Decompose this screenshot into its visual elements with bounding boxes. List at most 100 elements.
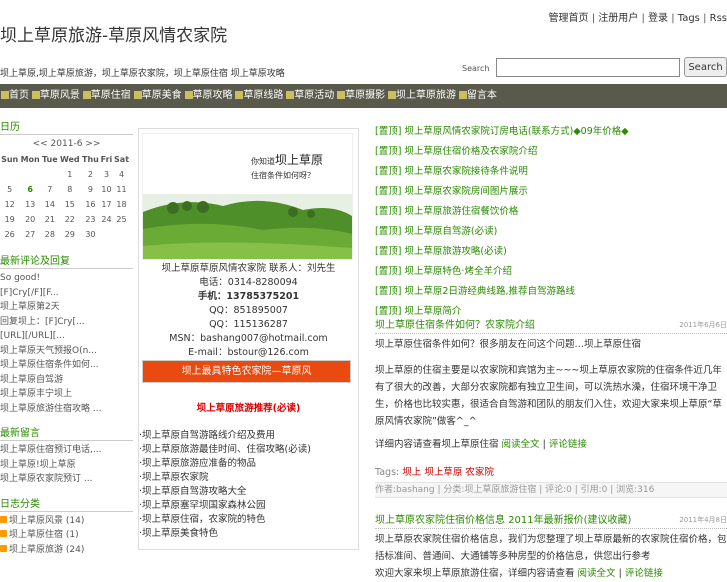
menu-item-activities[interactable]: 草原活动: [286, 84, 334, 108]
menu-item-guide[interactable]: 草原攻略: [184, 84, 233, 108]
comment-link[interactable]: 评论链接: [625, 568, 663, 579]
calendar-day: 27: [25, 230, 36, 239]
calendar-day: [19, 167, 41, 182]
recommend-item[interactable]: ·坝上草原自驾游攻略大全: [139, 485, 311, 499]
menu-item-travel[interactable]: 坝上草原旅游: [388, 84, 456, 108]
read-more-link[interactable]: 阅读全文: [578, 568, 616, 579]
rss-icon[interactable]: [0, 530, 7, 537]
sticky-post-link[interactable]: [置顶] 坝上草原特色·烤全羊介绍: [375, 262, 727, 282]
menu-item-lodging[interactable]: 草原住宿: [82, 84, 131, 108]
comment-item[interactable]: 坝上草原天气预报O(n...: [0, 344, 133, 359]
comment-item[interactable]: 坝上草原旅游住宿攻略 ...: [0, 402, 133, 417]
top-nav-rss[interactable]: Rss: [710, 13, 727, 24]
menu-item-guestbook[interactable]: 留言本: [458, 84, 497, 108]
calendar-day: 22: [64, 215, 75, 224]
post-date: 2011年6月6日: [679, 321, 727, 329]
banner-image[interactable]: 你知道坝上草原 住宿条件如何呀？: [142, 133, 353, 260]
rss-icon[interactable]: [0, 544, 7, 552]
banner-subquestion: 住宿条件如何呀？: [251, 171, 315, 180]
calendar-day-today[interactable]: 6: [19, 182, 41, 197]
menu-marker-icon: [82, 91, 91, 99]
calendar-nav[interactable]: << 2011-6 >>: [0, 137, 133, 152]
top-nav: 管理首页 | 注册用户 | 登录 | Tags | Rss: [548, 13, 727, 24]
comment-link[interactable]: 评论链接: [549, 439, 587, 450]
post-meta: 作者:bashang | 分类:坝上草原旅游住宿 | 评论:0 | 引用:0 |…: [375, 482, 727, 498]
read-more-link[interactable]: 阅读全文: [502, 439, 540, 450]
menu-item-home[interactable]: 首页: [1, 84, 29, 108]
notice-item[interactable]: 坝上草原!坝上草原: [0, 458, 133, 473]
comment-item[interactable]: 坝上草原第2天: [0, 300, 133, 315]
calendar-day: 14: [44, 200, 55, 209]
tag-link[interactable]: 坝上草原: [424, 467, 462, 478]
calendar-day: 16: [85, 200, 96, 209]
comment-item[interactable]: 坝上草原住宿条件如何...: [0, 358, 133, 373]
top-nav-login[interactable]: 登录: [648, 13, 668, 24]
contact-line: 坝上草原草原风情农家院 联系人：刘先生: [161, 263, 336, 274]
weekday: Sun: [1, 155, 19, 164]
search-input[interactable]: [496, 58, 680, 77]
recommend-item[interactable]: ·坝上草原住宿，农家院的特色: [139, 513, 311, 527]
calendar-day: [41, 167, 59, 182]
recommend-item[interactable]: ·坝上草原旅游应准备的物品: [139, 457, 311, 471]
comment-item[interactable]: 回复坝上：[F]Cry[...: [0, 315, 133, 330]
category-item[interactable]: 坝上草原风景 (14): [0, 514, 133, 529]
top-nav-admin[interactable]: 管理首页: [549, 13, 589, 24]
recommend-item[interactable]: ·坝上草原美食特色: [139, 527, 311, 541]
menu-item-food[interactable]: 草原美食: [133, 84, 182, 108]
menu-item-routes[interactable]: 草原线路: [235, 84, 283, 108]
post-title[interactable]: 坝上草原住宿条件如何？农家院介绍 2011年6月6日: [375, 318, 727, 334]
menu-marker-icon: [388, 91, 396, 99]
calendar-day: 23: [85, 215, 96, 224]
notice-item[interactable]: 坝上草原住宿预订电话,...: [0, 443, 133, 458]
weekday: Mon: [20, 155, 40, 164]
sticky-post-link[interactable]: [置顶] 坝上草原旅游住宿餐饮价格: [375, 202, 727, 222]
sticky-post-link[interactable]: [置顶] 坝上草原2日游经典线路,推荐自驾游路线: [375, 282, 727, 302]
tag-link[interactable]: 农家院: [465, 467, 494, 478]
top-nav-tags[interactable]: Tags: [678, 13, 700, 24]
sticky-post-link[interactable]: [置顶] 坝上草原农家院房间图片展示: [375, 182, 727, 202]
post-date: 2011年4月8日: [679, 516, 727, 524]
site-title[interactable]: 坝上草原旅游-草原风情农家院: [0, 21, 227, 46]
menu-marker-icon: [458, 91, 467, 99]
promo-banner[interactable]: 坝上最具特色农家院—草原风: [142, 360, 351, 383]
sticky-post-link[interactable]: [置顶] 坝上草原旅游攻略(必读): [375, 242, 727, 262]
comment-item[interactable]: [URL][/URL][...: [0, 329, 133, 344]
calendar: Sun Mon Tue Wed Thu Fri Sat 1 2 3 4 5 6 …: [0, 152, 130, 242]
calendar-day: 5: [7, 185, 13, 194]
comment-item[interactable]: [F]Cry[/F][F...: [0, 286, 133, 301]
recommend-item[interactable]: ·坝上草原自驾游路线介绍及费用: [139, 429, 311, 443]
category-item[interactable]: 坝上草原住宿 (1): [0, 528, 133, 543]
sticky-post-link[interactable]: [置顶] 坝上草原住宿价格及农家院介绍: [375, 142, 727, 162]
menu-item-photo[interactable]: 草原摄影: [337, 84, 385, 108]
recommend-list: ·坝上草原自驾游路线介绍及费用 ·坝上草原旅游最佳时间、住宿攻略(必读) ·坝上…: [139, 429, 311, 541]
calendar-day: [113, 227, 130, 242]
post-title[interactable]: 坝上草原农家院住宿价格信息 2011年最新报价(建议收藏) 2011年4月8日: [375, 513, 727, 529]
comment-item[interactable]: 坝上草原丰宁坝上: [0, 387, 133, 402]
recommend-item[interactable]: ·坝上草原旅游最佳时间、住宿攻略(必读): [139, 443, 311, 457]
calendar-day: 12: [4, 200, 15, 209]
calendar-day: 30: [85, 230, 96, 239]
comments-title: 最新评论及回复: [0, 252, 133, 269]
post-body: 坝上草原的住宿主要是以农家院和宾馆为主~~~坝上草原农家院的住宿条件近几年有了很…: [375, 365, 722, 427]
tag-link[interactable]: 坝上: [402, 467, 421, 478]
calendar-day: 11: [116, 185, 127, 194]
comment-item[interactable]: So good!: [0, 271, 133, 286]
menu-marker-icon: [31, 91, 40, 99]
recommend-item[interactable]: ·坝上草原农家院: [139, 471, 311, 485]
weekday: Fri: [100, 155, 113, 164]
rss-icon[interactable]: [0, 515, 7, 523]
menu-marker-icon: [133, 91, 142, 99]
top-nav-register[interactable]: 注册用户: [598, 13, 638, 24]
contact-info: 坝上草原草原风情农家院 联系人：刘先生 电话：0314-8280094 手机：1…: [139, 262, 358, 360]
calendar-day: 24: [101, 215, 112, 224]
notice-item[interactable]: 坝上草原农家院预订 ...: [0, 472, 133, 487]
recommend-item[interactable]: ·坝上草原塞罕坝国家森林公园: [139, 499, 311, 513]
calendar-day: 2: [87, 170, 93, 179]
comment-item[interactable]: 坝上草原自驾游: [0, 373, 133, 388]
sticky-post-link[interactable]: [置顶] 坝上草原风情农家院订房电话(联系方式)◆09年价格◆: [375, 122, 727, 142]
sticky-post-link[interactable]: [置顶] 坝上草原自驾游(必读): [375, 222, 727, 242]
calendar-day: 25: [116, 215, 127, 224]
search-button[interactable]: Search: [684, 57, 727, 77]
menu-item-scenery[interactable]: 草原风景: [31, 84, 80, 108]
sticky-post-link[interactable]: [置顶] 坝上草原农家院接待条件说明: [375, 162, 727, 182]
